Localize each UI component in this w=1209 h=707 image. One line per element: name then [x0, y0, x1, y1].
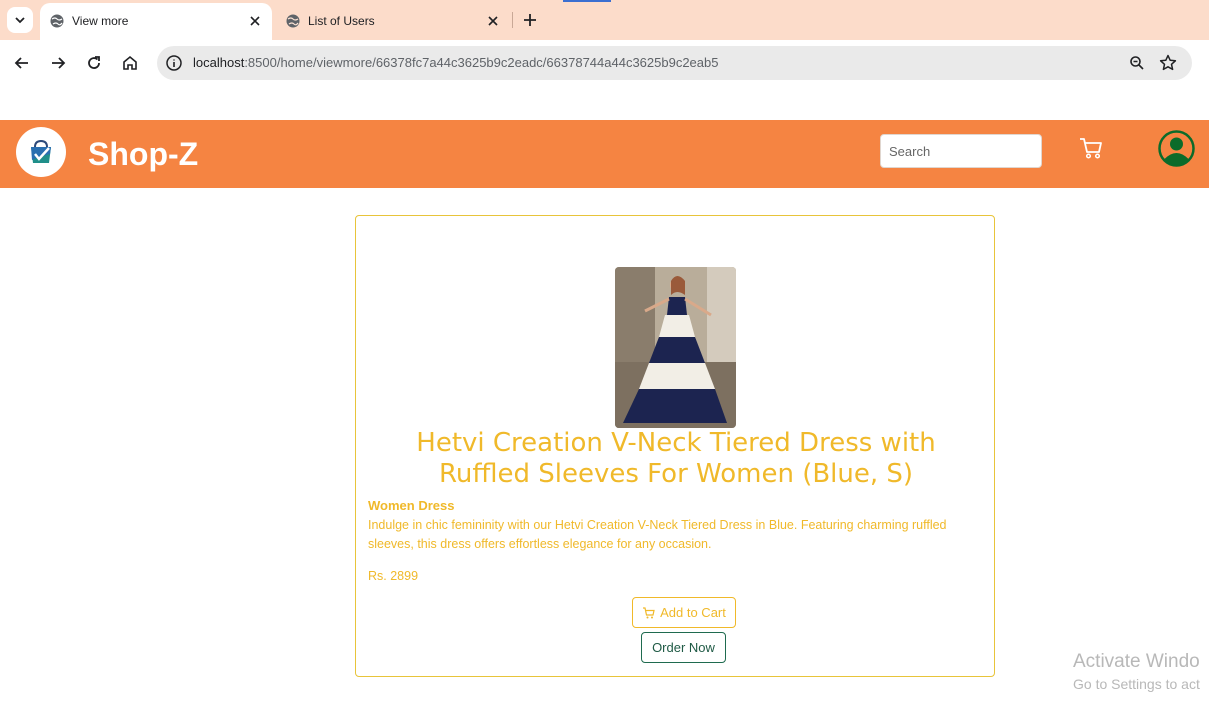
site-header: Shop-Z — [0, 120, 1209, 188]
browser-toolbar: localhost:8500/home/viewmore/66378fc7a44… — [0, 40, 1209, 86]
tab-list-of-users[interactable]: List of Users — [276, 3, 510, 40]
chevron-down-icon — [15, 17, 25, 24]
tab-indicator — [563, 0, 611, 2]
product-image — [615, 267, 736, 428]
shopping-bag-logo-icon — [31, 139, 51, 163]
url-text: localhost:8500/home/viewmore/66378fc7a44… — [193, 55, 718, 70]
cart-icon[interactable] — [1077, 134, 1105, 162]
globe-icon — [286, 14, 300, 28]
url-host: localhost — [193, 55, 245, 70]
add-to-cart-label: Add to Cart — [660, 605, 726, 620]
product-title: Hetvi Creation V-Neck Tiered Dress with … — [416, 428, 936, 489]
tab-view-more[interactable]: View more — [40, 3, 272, 40]
product-description: Indulge in chic femininity with our Hetv… — [368, 518, 947, 551]
globe-icon — [50, 14, 64, 28]
product-card: Hetvi Creation V-Neck Tiered Dress with … — [355, 215, 995, 677]
tab-search-button[interactable] — [7, 7, 33, 33]
site-info-icon[interactable] — [165, 54, 183, 72]
back-arrow-icon[interactable] — [12, 53, 32, 73]
reload-icon[interactable] — [84, 53, 104, 73]
product-price: Rs. 2899 — [368, 569, 419, 583]
tab-separator — [512, 12, 513, 28]
url-path: :8500/home/viewmore/66378fc7a44c3625b9c2… — [244, 55, 719, 70]
windows-activation-subtitle: Go to Settings to act — [1073, 676, 1200, 692]
address-bar[interactable]: localhost:8500/home/viewmore/66378fc7a44… — [157, 46, 1192, 80]
shop-logo[interactable] — [16, 127, 66, 177]
add-to-cart-button[interactable]: Add to Cart — [632, 597, 736, 628]
brand-name[interactable]: Shop-Z — [88, 136, 198, 173]
dress-photo — [615, 267, 736, 428]
close-icon[interactable] — [486, 14, 500, 28]
close-icon[interactable] — [248, 14, 262, 28]
order-now-button[interactable]: Order Now — [641, 632, 726, 663]
forward-arrow-icon[interactable] — [48, 53, 68, 73]
home-icon[interactable] — [120, 53, 140, 73]
tab-title: View more — [72, 14, 129, 28]
browser-tab-bar: View more List of Users — [0, 0, 1209, 40]
new-tab-icon[interactable] — [520, 10, 540, 30]
zoom-icon[interactable] — [1128, 54, 1146, 72]
tab-title: List of Users — [308, 14, 375, 28]
user-account-icon[interactable] — [1158, 130, 1195, 167]
search-input[interactable] — [880, 134, 1042, 168]
windows-activation-title: Activate Windo — [1073, 651, 1200, 672]
bookmark-star-icon[interactable] — [1158, 53, 1178, 73]
product-category: Women Dress — [368, 498, 455, 513]
cart-icon — [643, 606, 655, 618]
